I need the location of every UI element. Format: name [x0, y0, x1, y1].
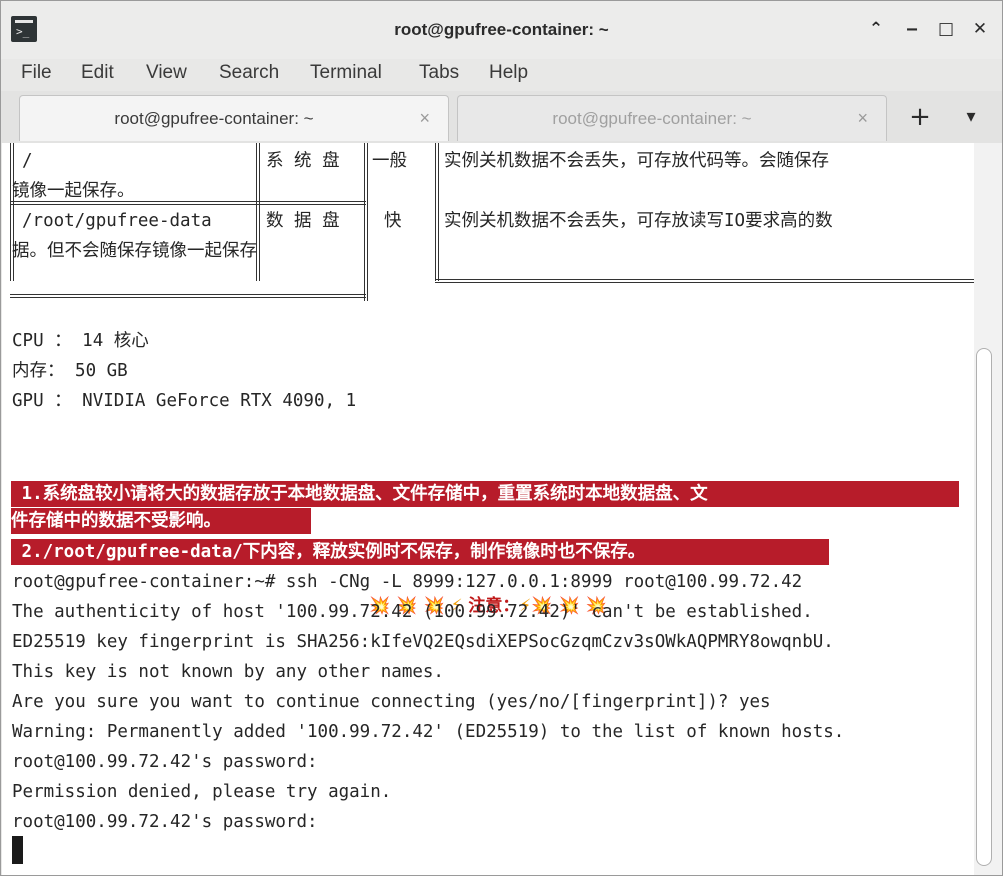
window-title: root@gpufree-container: ~	[394, 20, 609, 39]
terminal-line: This key is not known by any other names…	[12, 662, 444, 682]
minimize-button[interactable]: ‒	[899, 16, 925, 42]
tab-menu-chevron-down-icon[interactable]: ▾	[956, 105, 986, 131]
menu-edit[interactable]: Edit	[73, 61, 122, 85]
menu-file[interactable]: File	[13, 61, 60, 85]
title-bar[interactable]: >_ root@gpufree-container: ~ ⌃ ‒ □ ✕	[1, 1, 1002, 59]
menu-search[interactable]: Search	[211, 61, 287, 85]
tab-label: root@gpufree-container: ~	[552, 109, 752, 128]
table-cell-speed: 快	[384, 211, 402, 231]
warning-line-1: 1.系统盘较小请将大的数据存放于本地数据盘、文件存储中，重置系统时本地数据盘、文	[11, 481, 959, 507]
table-border	[435, 279, 974, 285]
terminal-window: >_ root@gpufree-container: ~ ⌃ ‒ □ ✕ Fil…	[0, 0, 1003, 876]
table-border	[364, 143, 370, 281]
table-cell-speed: 一般	[372, 151, 407, 171]
menu-bar: File Edit View Search Terminal Tabs Help	[1, 59, 1002, 91]
terminal-line: The authenticity of host '100.99.72.42 (…	[12, 602, 813, 622]
spec-memory: 内存： 50 GB	[12, 361, 128, 381]
table-cell-desc-cont: 据。但不会随保存镜像一起保存	[12, 241, 257, 261]
table-cell-type: 系 统 盘	[266, 151, 340, 171]
close-button[interactable]: ✕	[967, 16, 993, 42]
warning-line-2: 2./root/gpufree-data/下内容，释放实例时不保存，制作镜像时也…	[11, 539, 829, 565]
table-cell-desc: 实例关机数据不会丢失，可存放读写IO要求高的数	[444, 211, 833, 231]
terminal-line: Are you sure you want to continue connec…	[12, 692, 771, 712]
table-border	[364, 279, 370, 301]
menu-tabs[interactable]: Tabs	[411, 61, 467, 85]
menu-view[interactable]: View	[138, 61, 195, 85]
tab-close-icon[interactable]: ×	[857, 108, 868, 129]
tab-1[interactable]: root@gpufree-container: ~ ×	[19, 95, 449, 141]
terminal-line: Warning: Permanently added '100.99.72.42…	[12, 722, 845, 742]
spec-gpu: GPU ： NVIDIA GeForce RTX 4090, 1	[12, 391, 357, 411]
table-cell-desc-cont: 镜像一起保存。	[12, 181, 135, 201]
terminal-line: Permission denied, please try again.	[12, 782, 392, 802]
tab-bar: root@gpufree-container: ~ × root@gpufree…	[1, 91, 1002, 143]
terminal-line: root@100.99.72.42's password:	[12, 812, 318, 832]
menu-terminal[interactable]: Terminal	[302, 61, 390, 85]
terminal-line: root@100.99.72.42's password:	[12, 752, 318, 772]
menu-help[interactable]: Help	[481, 61, 536, 85]
shade-button[interactable]: ⌃	[863, 16, 889, 42]
maximize-button[interactable]: □	[933, 16, 959, 42]
tab-label: root@gpufree-container: ~	[114, 109, 314, 128]
minimize-icon: ‒	[906, 19, 918, 39]
tab-2[interactable]: root@gpufree-container: ~ ×	[457, 95, 887, 141]
terminal-output[interactable]: / 系 统 盘 一般 实例关机数据不会丢失，可存放代码等。会随保存 镜像一起保存…	[2, 143, 974, 875]
table-cell-type: 数 据 盘	[266, 211, 340, 231]
terminal-line: root@gpufree-container:~# ssh -CNg -L 89…	[12, 572, 803, 592]
tab-close-icon[interactable]: ×	[419, 108, 430, 129]
table-border	[10, 294, 366, 300]
table-cell-path: /root/gpufree-data	[22, 211, 212, 231]
table-border	[435, 143, 441, 281]
new-tab-button[interactable]: +	[905, 104, 935, 131]
table-cell-desc: 实例关机数据不会丢失，可存放代码等。会随保存	[444, 151, 829, 171]
text-cursor	[12, 836, 23, 864]
close-icon: ✕	[972, 19, 988, 39]
spec-cpu: CPU ： 14 核心	[12, 331, 149, 351]
table-cell-path: /	[22, 151, 33, 171]
terminal-line: ED25519 key fingerprint is SHA256:kIfeVQ…	[12, 632, 834, 652]
scrollbar-thumb[interactable]	[976, 348, 992, 866]
maximize-icon: □	[937, 19, 955, 39]
warning-line-1-cont: 件存储中的数据不受影响。	[11, 508, 311, 534]
chevron-up-icon: ⌃	[868, 19, 884, 39]
